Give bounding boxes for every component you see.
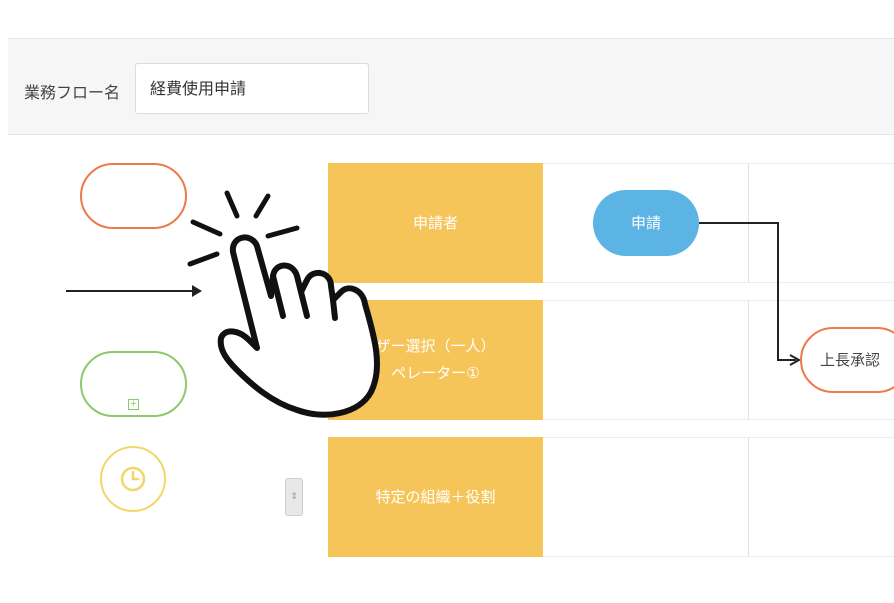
node-approve[interactable]: 上長承認 [800,327,894,393]
node-apply[interactable]: 申請 [593,190,699,256]
flow-connector[interactable] [0,0,894,603]
pointing-hand-icon [187,190,380,418]
